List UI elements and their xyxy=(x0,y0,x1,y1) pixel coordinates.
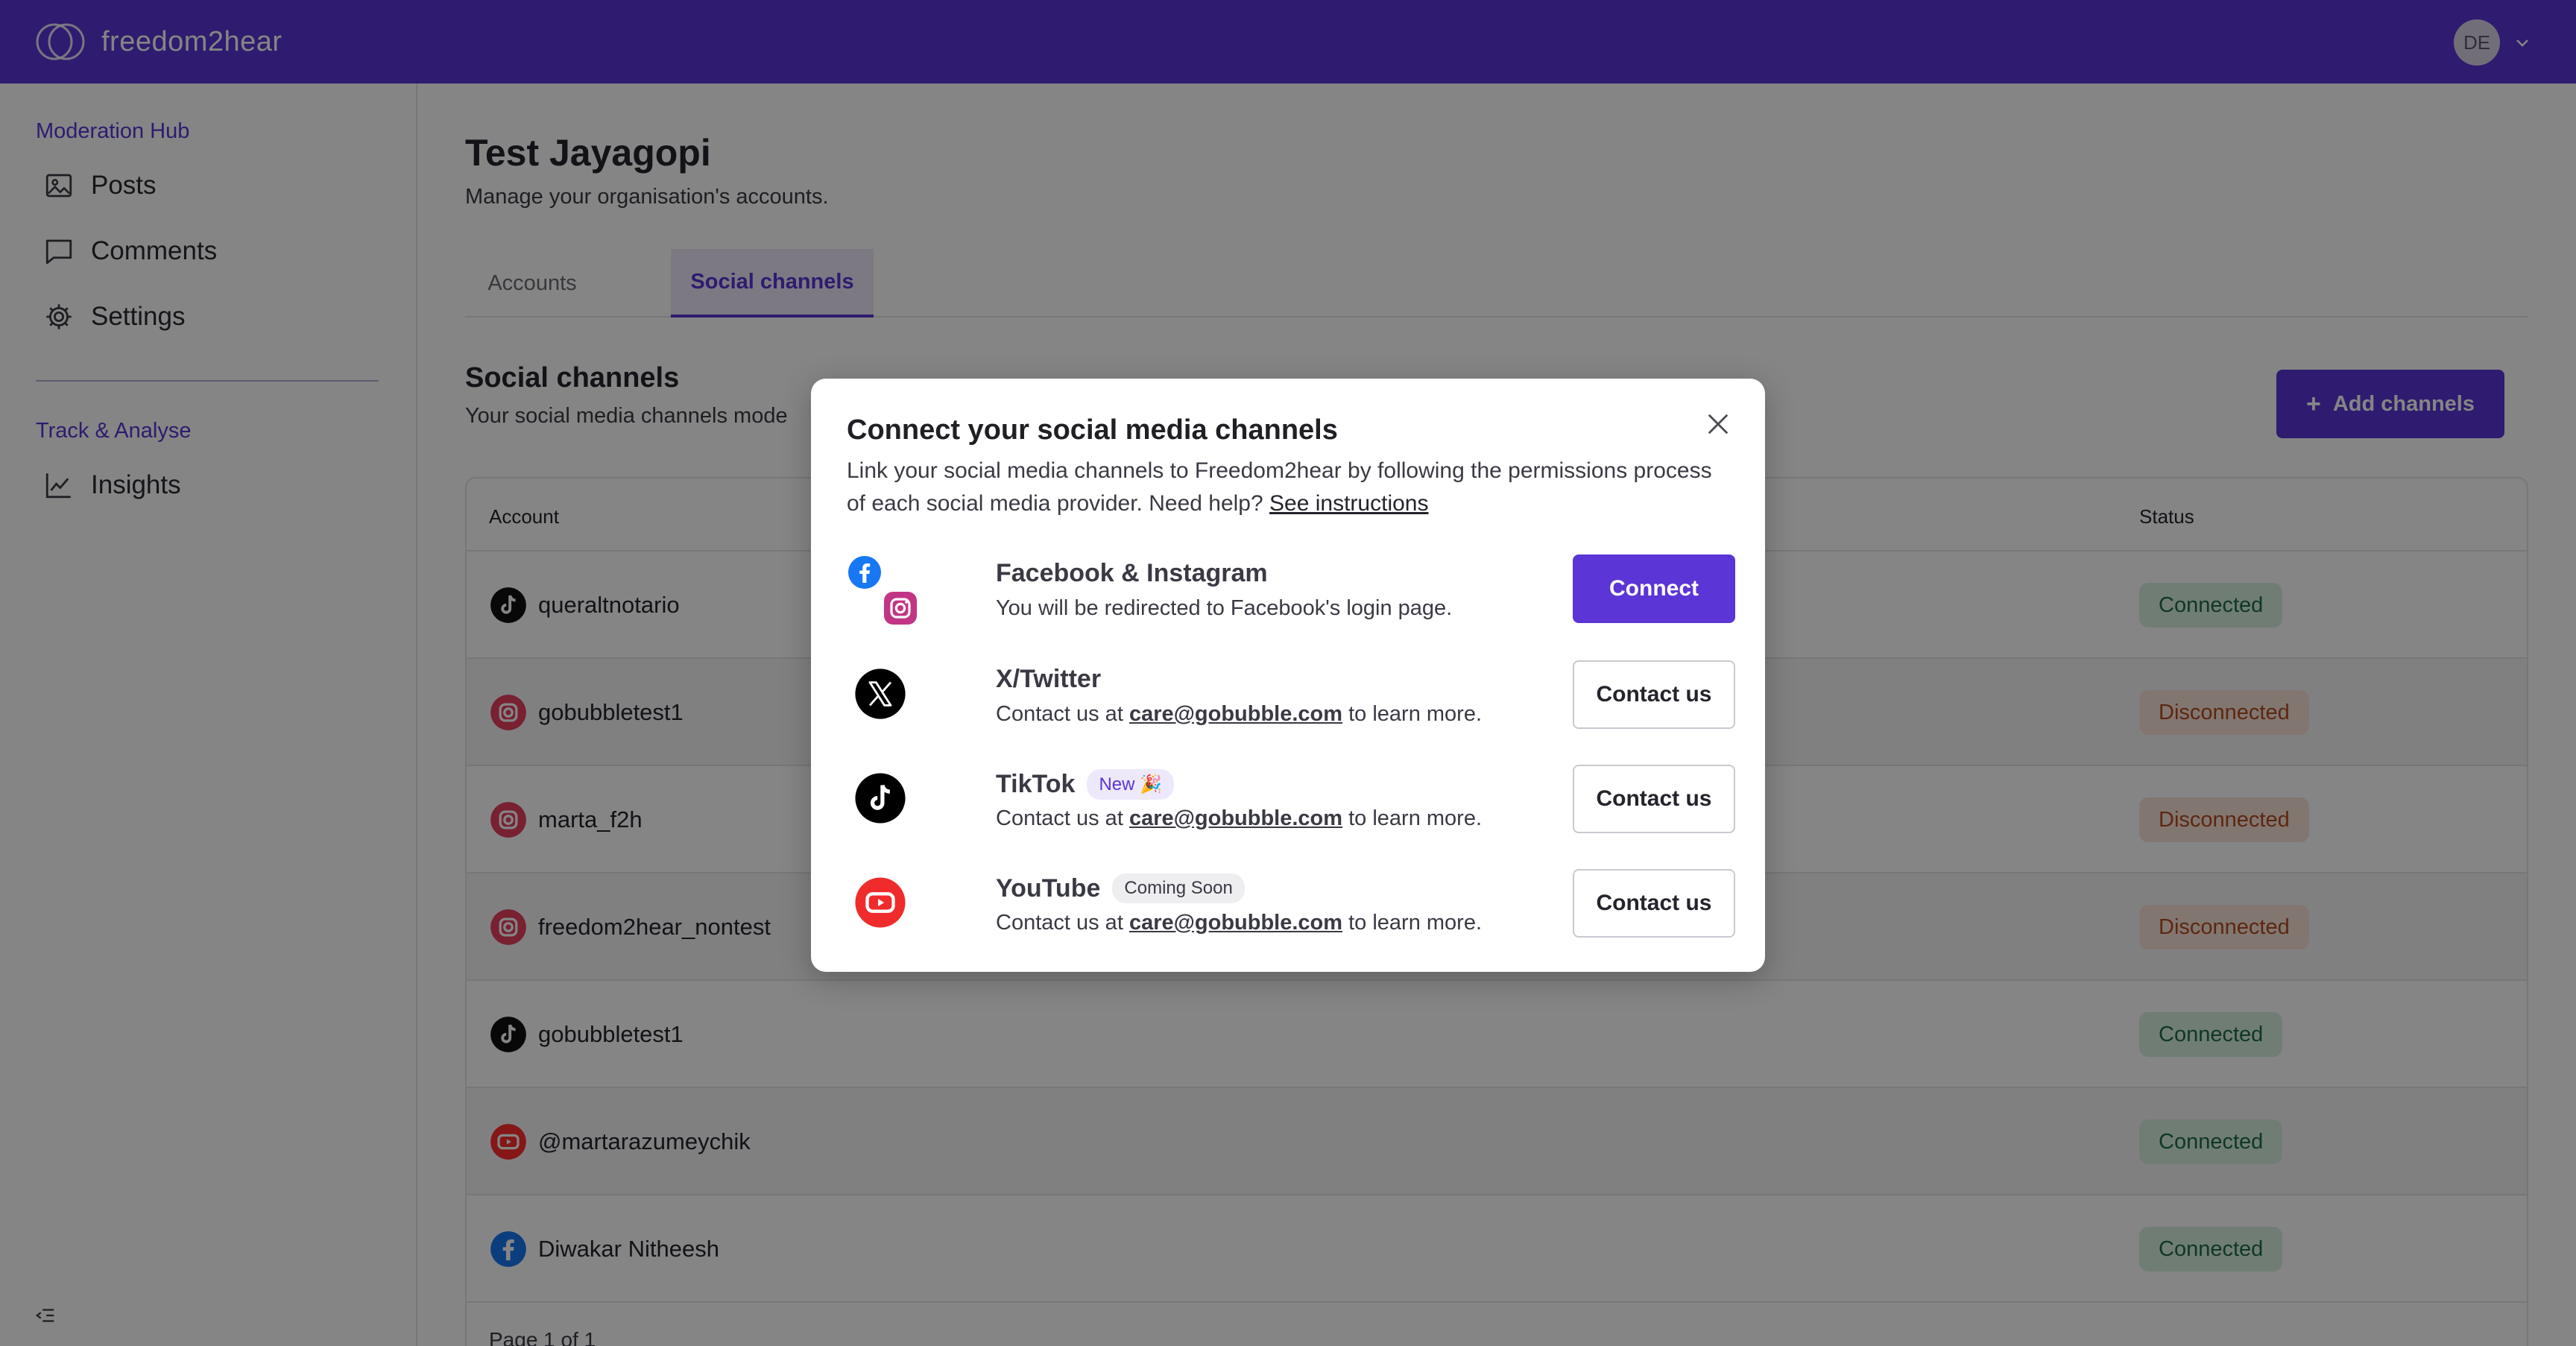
provider-name: TikTok New 🎉 xyxy=(996,769,1174,800)
new-badge: New 🎉 xyxy=(1087,769,1174,800)
youtube-icon xyxy=(855,877,906,928)
provider-name: X/Twitter xyxy=(996,665,1101,694)
x-twitter-icon xyxy=(855,669,906,719)
contact-us-button[interactable]: Contact us xyxy=(1573,660,1735,729)
provider-name-text: YouTube xyxy=(996,873,1101,903)
modal-description: Link your social media channels to Freed… xyxy=(847,455,1734,520)
contact-text: Contact us at xyxy=(996,911,1123,935)
facebook-icon xyxy=(848,556,881,589)
provider-name: YouTube Coming Soon xyxy=(996,873,1245,903)
coming-soon-badge: Coming Soon xyxy=(1112,873,1245,903)
email-link[interactable]: care@gobubble.com xyxy=(1129,806,1342,830)
provider-name-text: X/Twitter xyxy=(996,665,1102,693)
provider-tiktok: TikTok New 🎉 Contact us at care@gobubble… xyxy=(847,765,1735,839)
contact-text: Contact us at xyxy=(996,806,1123,830)
provider-description: Contact us at care@gobubble.com to learn… xyxy=(996,911,1482,935)
provider-icon xyxy=(847,554,921,629)
contact-us-button[interactable]: Contact us xyxy=(1573,869,1735,938)
provider-name-text: TikTok xyxy=(996,770,1076,798)
provider-x-twitter: X/Twitter Contact us at care@gobubble.co… xyxy=(847,660,1735,735)
tiktok-icon xyxy=(855,773,906,824)
contact-text: Contact us at xyxy=(996,702,1123,726)
contact-text: to learn more. xyxy=(1348,911,1483,935)
contact-text: to learn more. xyxy=(1348,806,1483,830)
email-link[interactable]: care@gobubble.com xyxy=(1129,702,1342,726)
provider-name: Facebook & Instagram xyxy=(996,559,1268,588)
see-instructions-link[interactable]: See instructions xyxy=(1269,491,1428,516)
provider-facebook-instagram: Facebook & Instagram You will be redirec… xyxy=(847,554,1735,629)
modal-title: Connect your social media channels xyxy=(847,414,1338,446)
provider-youtube: YouTube Coming Soon Contact us at care@g… xyxy=(847,869,1735,944)
contact-text: to learn more. xyxy=(1348,702,1483,726)
connect-button[interactable]: Connect xyxy=(1573,554,1735,623)
provider-description: Contact us at care@gobubble.com to learn… xyxy=(996,806,1482,831)
provider-description: You will be redirected to Facebook's log… xyxy=(996,596,1453,620)
contact-us-button[interactable]: Contact us xyxy=(1573,765,1735,833)
instagram-icon xyxy=(884,592,917,625)
close-icon[interactable] xyxy=(1702,408,1734,440)
provider-description: Contact us at care@gobubble.com to learn… xyxy=(996,702,1482,727)
connect-channels-modal: Connect your social media channels Link … xyxy=(811,379,1765,972)
provider-name-text: Facebook & Instagram xyxy=(996,559,1268,587)
email-link[interactable]: care@gobubble.com xyxy=(1129,911,1342,935)
